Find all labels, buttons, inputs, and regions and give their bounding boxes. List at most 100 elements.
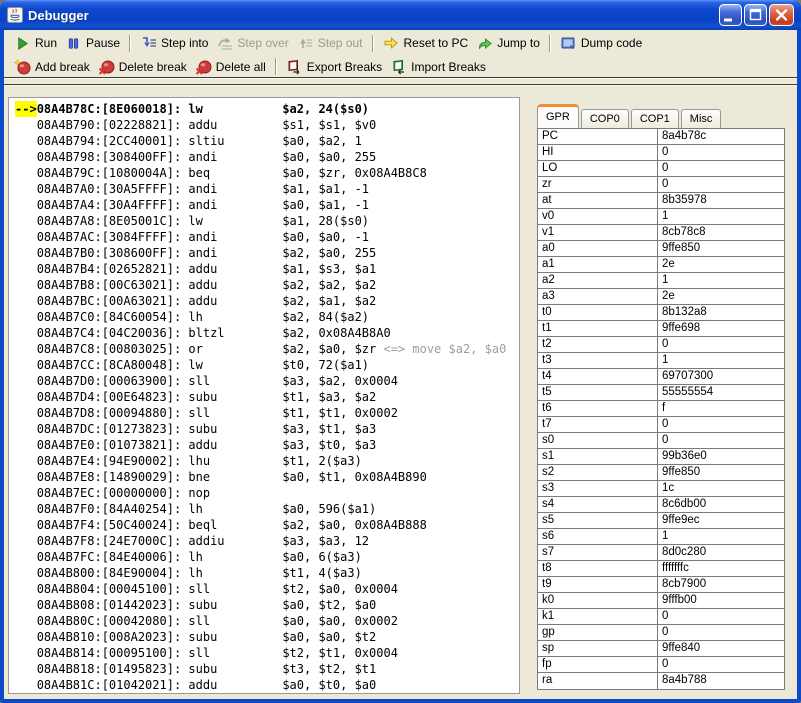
register-value[interactable]: 0	[658, 177, 784, 192]
disasm-line[interactable]: 08A4B7D8:[00094880]: sll $t1, $t1, 0x000…	[9, 405, 519, 421]
register-value[interactable]: 9ffe9ec	[658, 513, 784, 528]
disasm-line[interactable]: 08A4B810:[008A2023]: subu $a0, $a0, $t2	[9, 629, 519, 645]
disasm-line[interactable]: 08A4B818:[01495823]: subu $t3, $t2, $t1	[9, 661, 519, 677]
register-value[interactable]: 8d0c280	[658, 545, 784, 560]
disasm-line[interactable]: 08A4B7EC:[00000000]: nop	[9, 485, 519, 501]
register-value[interactable]: 8cb7900	[658, 577, 784, 592]
register-value[interactable]: 0	[658, 609, 784, 624]
tab-gpr[interactable]: GPR	[537, 104, 579, 128]
disasm-line[interactable]: 08A4B79C:[1080004A]: beq $a0, $zr, 0x08A…	[9, 165, 519, 181]
disasm-line[interactable]: 08A4B7A4:[30A4FFFF]: andi $a0, $a1, -1	[9, 197, 519, 213]
register-value[interactable]: 0	[658, 433, 784, 448]
register-value[interactable]: 9ffe850	[658, 465, 784, 480]
disasm-line[interactable]: 08A4B80C:[00042080]: sll $a0, $a0, 0x000…	[9, 613, 519, 629]
disasm-line[interactable]: 08A4B804:[00045100]: sll $t2, $a0, 0x000…	[9, 581, 519, 597]
disasm-line[interactable]: 08A4B7A0:[30A5FFFF]: andi $a1, $a1, -1	[9, 181, 519, 197]
register-value[interactable]: 0	[658, 145, 784, 160]
disasm-line[interactable]: 08A4B81C:[01042021]: addu $a0, $t0, $a0	[9, 677, 519, 693]
register-value[interactable]: 1c	[658, 481, 784, 496]
register-value[interactable]: 8b35978	[658, 193, 784, 208]
register-value[interactable]: 0	[658, 161, 784, 176]
maximize-button[interactable]	[744, 4, 767, 26]
disasm-line[interactable]: 08A4B790:[02228821]: addu $s1, $s1, $v0	[9, 117, 519, 133]
register-value[interactable]: fffffffc	[658, 561, 784, 576]
tab-misc[interactable]: Misc	[681, 109, 722, 128]
register-value[interactable]: 8a4b78c	[658, 129, 784, 144]
disasm-line[interactable]: 08A4B7DC:[01273823]: subu $a3, $t1, $a3	[9, 421, 519, 437]
disasm-line[interactable]: 08A4B7B4:[02652821]: addu $a1, $s3, $a1	[9, 261, 519, 277]
minimize-button[interactable]	[719, 4, 742, 26]
register-value[interactable]: 69707300	[658, 369, 784, 384]
add-break-button[interactable]: Add break	[10, 58, 94, 76]
export-breaks-button[interactable]: Export Breaks	[282, 58, 386, 76]
register-value[interactable]: f	[658, 401, 784, 416]
tab-cop1[interactable]: COP1	[631, 109, 679, 128]
register-value[interactable]: 0	[658, 337, 784, 352]
java-app-icon[interactable]	[7, 7, 23, 23]
disasm-line[interactable]: 08A4B7F0:[84A40254]: lh $a0, 596($a1)	[9, 501, 519, 517]
disasm-line[interactable]: -->08A4B78C:[8E060018]: lw $a2, 24($s0)	[9, 101, 519, 117]
disasm-line[interactable]: 08A4B7F4:[50C40024]: beql $a2, $a0, 0x08…	[9, 517, 519, 533]
disasm-line[interactable]: 08A4B7A8:[8E05001C]: lw $a1, 28($s0)	[9, 213, 519, 229]
title-bar[interactable]: Debugger	[0, 0, 801, 30]
register-value[interactable]: 0	[658, 625, 784, 640]
disasm-line[interactable]: 08A4B7C4:[04C20036]: bltzl $a2, 0x08A4B8…	[9, 325, 519, 341]
disasm-line[interactable]: 08A4B7D4:[00E64823]: subu $t1, $a3, $a2	[9, 389, 519, 405]
disasm-line[interactable]: 08A4B800:[84E90004]: lh $t1, 4($a3)	[9, 565, 519, 581]
disasm-line[interactable]: 08A4B7CC:[8CA80048]: lw $t0, 72($a1)	[9, 357, 519, 373]
pause-button[interactable]: Pause	[61, 34, 124, 52]
disasm-line[interactable]: 08A4B7B0:[308600FF]: andi $a2, $a0, 255	[9, 245, 519, 261]
disasm-line[interactable]: 08A4B7E0:[01073821]: addu $a3, $t0, $a3	[9, 437, 519, 453]
disasm-line[interactable]: 08A4B7F8:[24E7000C]: addiu $a3, $a3, 12	[9, 533, 519, 549]
disasm-line[interactable]: 08A4B7E8:[14890029]: bne $a0, $t1, 0x08A…	[9, 469, 519, 485]
register-value[interactable]: 1	[658, 273, 784, 288]
register-value[interactable]: 8c6db00	[658, 497, 784, 512]
jump-to-button[interactable]: Jump to	[472, 34, 544, 52]
cursor-spacer	[15, 229, 37, 245]
cursor-spacer	[15, 197, 37, 213]
register-value[interactable]: 1	[658, 529, 784, 544]
register-value[interactable]: 0	[658, 657, 784, 672]
toolbar-button-label: Import Breaks	[411, 60, 486, 74]
register-value[interactable]: 9ffe840	[658, 641, 784, 656]
register-value[interactable]: 1	[658, 353, 784, 368]
disasm-line[interactable]: 08A4B7D0:[00063900]: sll $a3, $a2, 0x000…	[9, 373, 519, 389]
disasm-line[interactable]: 08A4B808:[01442023]: subu $a0, $t2, $a0	[9, 597, 519, 613]
register-value[interactable]: 2e	[658, 257, 784, 272]
close-button[interactable]	[769, 4, 794, 26]
register-value[interactable]: 0	[658, 417, 784, 432]
register-name: a2	[538, 273, 658, 288]
delete-break-button[interactable]: Delete break	[94, 58, 191, 76]
register-value[interactable]: 9fffb00	[658, 593, 784, 608]
disasm-line[interactable]: 08A4B7B8:[00C63021]: addu $a2, $a2, $a2	[9, 277, 519, 293]
run-button[interactable]: Run	[10, 34, 61, 52]
import-breaks-button[interactable]: Import Breaks	[386, 58, 490, 76]
register-row: t20	[538, 337, 784, 353]
register-value[interactable]: 9ffe850	[658, 241, 784, 256]
register-value[interactable]: 8a4b788	[658, 673, 784, 689]
register-value[interactable]: 99b36e0	[658, 449, 784, 464]
register-value[interactable]: 55555554	[658, 385, 784, 400]
register-row: LO0	[538, 161, 784, 177]
register-value[interactable]: 8cb78c8	[658, 225, 784, 240]
register-value[interactable]: 2e	[658, 289, 784, 304]
disasm-line[interactable]: 08A4B7E4:[94E90002]: lhu $t1, 2($a3)	[9, 453, 519, 469]
disasm-line[interactable]: 08A4B7C8:[00803025]: or $a2, $a0, $zr <=…	[9, 341, 519, 357]
disasm-line[interactable]: 08A4B814:[00095100]: sll $t2, $t1, 0x000…	[9, 645, 519, 661]
disasm-line[interactable]: 08A4B798:[308400FF]: andi $a0, $a0, 255	[9, 149, 519, 165]
reset-to-pc-button[interactable]: Reset to PC	[379, 34, 473, 52]
disasm-line[interactable]: 08A4B7FC:[84E40006]: lh $a0, 6($a3)	[9, 549, 519, 565]
step-into-button[interactable]: Step into	[136, 34, 212, 52]
disasm-line[interactable]: 08A4B794:[2CC40001]: sltiu $a0, $a2, 1	[9, 133, 519, 149]
delete-all-button[interactable]: Delete all	[191, 58, 270, 76]
register-value[interactable]: 9ffe698	[658, 321, 784, 336]
dump-code-button[interactable]: Dump code	[556, 34, 646, 52]
register-value[interactable]: 8b132a8	[658, 305, 784, 320]
disasm-line[interactable]: 08A4B7C0:[84C60054]: lh $a2, 84($a2)	[9, 309, 519, 325]
disasm-line[interactable]: 08A4B7AC:[3084FFFF]: andi $a0, $a0, -1	[9, 229, 519, 245]
instruction-text: 08A4B81C:[01042021]: addu $a0, $t0, $a0	[37, 678, 377, 692]
register-name: t8	[538, 561, 658, 576]
disasm-line[interactable]: 08A4B7BC:[00A63021]: addu $a2, $a1, $a2	[9, 293, 519, 309]
tab-cop0[interactable]: COP0	[581, 109, 629, 128]
register-value[interactable]: 1	[658, 209, 784, 224]
